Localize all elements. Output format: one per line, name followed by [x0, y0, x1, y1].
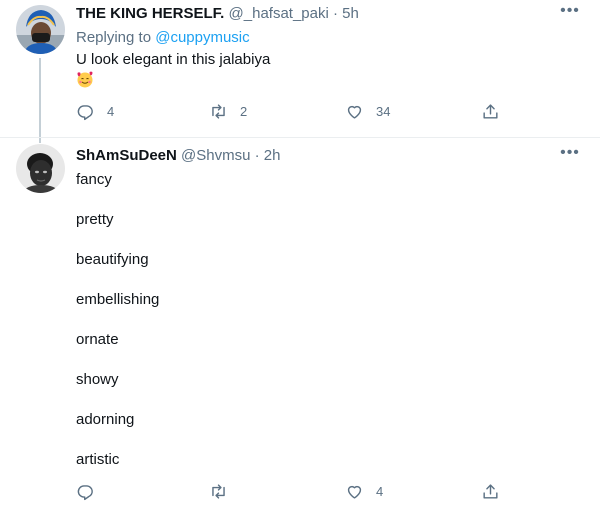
- replying-prefix: Replying to: [76, 29, 152, 46]
- smiling-face-with-hearts-icon: [76, 70, 94, 88]
- display-name[interactable]: ShAmSuDeeN: [76, 147, 177, 164]
- share-button[interactable]: [481, 480, 500, 502]
- retweet-icon: [212, 103, 225, 119]
- reply-icon: [77, 484, 93, 500]
- tweet-text-line: embellishing: [76, 291, 160, 308]
- more-horizontal-icon[interactable]: •••: [558, 145, 582, 166]
- mention-link[interactable]: @cuppymusic: [155, 29, 249, 46]
- replying-to: Replying to @cuppymusic: [76, 28, 250, 48]
- separator-dot: ·: [254, 147, 260, 164]
- reply-button[interactable]: 4: [76, 100, 114, 122]
- tweet-header: ShAmSuDeeN @Shvmsu · 2h: [76, 146, 560, 166]
- share-button[interactable]: [481, 100, 500, 122]
- like-heart-icon: [347, 485, 362, 499]
- reply-count: 4: [107, 103, 115, 119]
- like-count: 4: [376, 483, 384, 499]
- like-button[interactable]: 34: [345, 100, 390, 122]
- timestamp[interactable]: 2h: [264, 147, 281, 164]
- like-count: 34: [376, 103, 391, 119]
- share-icon: [483, 483, 498, 499]
- tweet-text-line: showy: [76, 371, 119, 388]
- thread-connector: [39, 58, 41, 143]
- tweet[interactable]: ShAmSuDeeN @Shvmsu · 2h ••• fancy pretty…: [0, 137, 600, 508]
- like-button[interactable]: 4: [345, 480, 383, 502]
- tweet-text-line: pretty: [76, 211, 114, 228]
- separator-dot: ·: [333, 5, 338, 22]
- timestamp[interactable]: 5h: [342, 5, 359, 22]
- more-horizontal-icon[interactable]: •••: [558, 3, 582, 24]
- avatar[interactable]: [16, 144, 65, 193]
- tweet-text-line: beautifying: [76, 251, 149, 268]
- retweet-button[interactable]: [209, 480, 240, 502]
- reply-button[interactable]: [76, 480, 107, 502]
- user-handle[interactable]: @_hafsat_paki: [229, 5, 329, 22]
- user-handle[interactable]: @Shvmsu: [181, 147, 250, 164]
- tweet-text-line: fancy: [76, 171, 112, 188]
- tweet[interactable]: THE KING HERSELF. @_hafsat_paki · 5h •••…: [0, 0, 600, 143]
- retweet-count: 2: [240, 103, 248, 119]
- tweet-text-line: artistic: [76, 451, 120, 468]
- retweet-icon: [212, 483, 225, 499]
- tweet-actions: 4 2 34: [76, 100, 506, 122]
- tweet-text-line: adorning: [76, 411, 135, 428]
- tweet-text-line: ornate: [76, 331, 119, 348]
- share-icon: [483, 103, 498, 119]
- tweet-actions: 4: [76, 480, 506, 502]
- display-name[interactable]: THE KING HERSELF.: [76, 5, 224, 22]
- reply-icon: [77, 104, 93, 120]
- tweet-text: U look elegant in this jalabiya: [76, 51, 271, 68]
- tweet-header: THE KING HERSELF. @_hafsat_paki · 5h: [76, 4, 560, 24]
- avatar[interactable]: [16, 5, 65, 54]
- retweet-button[interactable]: 2: [209, 100, 247, 122]
- like-heart-icon: [347, 105, 362, 119]
